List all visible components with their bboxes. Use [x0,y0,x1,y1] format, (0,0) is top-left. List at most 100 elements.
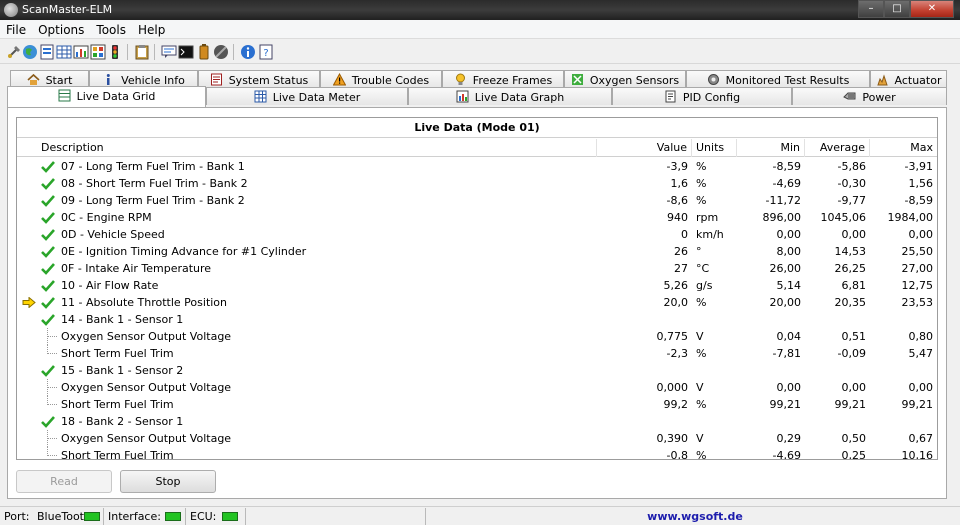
cell-average: -5,86 [837,160,866,173]
read-button[interactable]: Read [16,470,112,493]
checkmark-icon[interactable] [41,262,55,275]
cell-average: 1045,06 [820,211,867,224]
tab-actuator[interactable]: Actuator [870,70,947,88]
tab-live-data-grid[interactable]: Live Data Grid [7,86,206,107]
checkmark-icon[interactable] [41,364,55,377]
document-icon [210,73,222,86]
table-row[interactable]: 15 - Bank 1 - Sensor 2 [17,362,921,379]
cell-units: % [696,347,707,360]
table-row[interactable]: 09 - Long Term Fuel Trim - Bank 2 -8,6% -1… [17,192,933,209]
warning-icon [332,73,346,86]
cell-min: -4,69 [772,449,801,460]
column-header-average[interactable]: Average [805,139,870,157]
cell-description: 10 - Air Flow Rate [61,279,159,292]
minimize-button[interactable]: – [858,0,884,18]
table-row[interactable]: 07 - Long Term Fuel Trim - Bank 1 -3,9% -8… [17,158,933,175]
table-row[interactable]: Short Term Fuel Trim -0,8% -4,69 0,25 10,16 [17,447,933,460]
tab-oxygen-sensors[interactable]: Oxygen Sensors [564,70,686,88]
menu-tools[interactable]: Tools [90,20,132,38]
traffic-light-icon[interactable] [107,44,123,60]
tab-monitored-test-results[interactable]: Monitored Test Results [686,70,870,88]
cell-min [737,362,801,379]
checkmark-icon[interactable] [41,296,55,309]
column-header-description[interactable]: Description [17,139,597,157]
column-header-min[interactable]: Min [737,139,805,157]
tab-live-data-meter[interactable]: Live Data Meter [206,87,408,105]
cell-average: 0,51 [841,330,867,343]
cell-description: 0E - Ignition Timing Advance for #1 Cyli… [61,245,307,258]
table-row[interactable]: 0C - Engine RPM 940 rpm 896,00 1045,06 1984,0… [17,209,933,226]
cell-description: 14 - Bank 1 - Sensor 1 [61,313,184,326]
cell-value: 20,0 [663,296,689,309]
clipboard-icon[interactable] [134,44,150,60]
connect-icon[interactable] [6,44,22,60]
terminal-icon[interactable] [178,44,194,60]
website-link[interactable]: www.wgsoft.de [430,508,960,525]
table-row[interactable]: 14 - Bank 1 - Sensor 1 [17,311,921,328]
vehicle-info-icon[interactable] [39,44,55,60]
tab-system-status[interactable]: System Status [198,70,320,88]
table-row[interactable]: Short Term Fuel Trim 99,2% 99,21 99,21 99,21 [17,396,933,413]
tab-trouble-codes[interactable]: Trouble Codes [320,70,442,88]
port-label: Port: [4,510,30,523]
cell-value: -0,8 [666,449,688,460]
checkmark-icon[interactable] [41,228,55,241]
globe-icon[interactable] [22,44,38,60]
maximize-button[interactable]: □ [884,0,910,18]
lamp-icon [455,73,465,85]
table-row[interactable]: Short Term Fuel Trim -2,3% -7,81 -0,09 5,47 [17,345,933,362]
table-row[interactable]: 18 - Bank 2 - Sensor 1 [17,413,921,430]
table-row[interactable]: 10 - Air Flow Rate 5,26 g/s 5,14 6,81 12,75 [17,277,933,294]
menu-file[interactable]: File [0,20,32,38]
tab-pid-config[interactable]: PID Config [612,87,792,105]
window-controls: – □ ✕ [858,0,954,18]
help-icon[interactable]: ? [258,44,274,60]
cell-average: 0,00 [841,381,867,394]
battery-icon[interactable] [196,44,212,60]
cell-max: 5,47 [908,347,934,360]
table-row[interactable]: 0D - Vehicle Speed 0 km/h 0,00 0,00 0,00 [17,226,933,243]
column-header-max[interactable]: Max [870,139,937,157]
column-header-value[interactable]: Value [597,139,692,157]
column-header-units[interactable]: Units [692,139,737,157]
table-row[interactable]: 0E - Ignition Timing Advance for #1 Cyli… [17,243,933,260]
tab-power[interactable]: Power [792,87,947,105]
current-row-arrow-icon [22,297,36,308]
table-row[interactable]: Oxygen Sensor Output Voltage 0,390 V 0,29 0,… [17,430,933,447]
menu-options[interactable]: Options [32,20,90,38]
checkmark-icon[interactable] [41,177,55,190]
checkmark-icon[interactable] [41,194,55,207]
cell-value: -8,6 [666,194,688,207]
table-row[interactable]: 0F - Intake Air Temperature 27 °C 26,00 26,2… [17,260,933,277]
graph-icon[interactable] [90,44,106,60]
disconnect-icon[interactable] [213,44,229,60]
checkmark-icon[interactable] [41,279,55,292]
checkmark-icon[interactable] [41,313,55,326]
cell-description: 15 - Bank 1 - Sensor 2 [61,364,184,377]
checkmark-icon[interactable] [41,245,55,258]
cell-min: 8,00 [776,245,802,258]
cell-description: 11 - Absolute Throttle Position [61,296,228,309]
info-icon[interactable] [240,44,256,60]
meter-icon[interactable] [73,44,89,60]
table-row[interactable]: 08 - Short Term Fuel Trim - Bank 2 1,6% -4… [17,175,933,192]
window-title: ScanMaster-ELM [22,3,113,16]
menu-help[interactable]: Help [132,20,171,38]
cell-average [805,413,866,430]
table-row[interactable]: Oxygen Sensor Output Voltage 0,775 V 0,04 0,… [17,328,933,345]
table-row[interactable]: 11 - Absolute Throttle Position 20,0% 20,0… [17,294,933,311]
checkmark-icon[interactable] [41,211,55,224]
table-row[interactable]: Oxygen Sensor Output Voltage 0,000 V 0,00 0,… [17,379,933,396]
checkmark-icon[interactable] [41,415,55,428]
port-led-indicator [84,512,100,521]
cell-value: 0,775 [656,330,689,343]
stop-button[interactable]: Stop [120,470,216,493]
checkmark-icon[interactable] [41,160,55,173]
close-button[interactable]: ✕ [910,0,954,18]
tab-freeze-frames[interactable]: Freeze Frames [442,70,564,88]
chat-icon[interactable] [161,44,177,60]
cell-min: -11,72 [765,194,801,207]
grid-icon[interactable] [56,44,72,60]
tab-live-data-graph[interactable]: Live Data Graph [408,87,612,105]
cell-max: -8,59 [904,194,933,207]
